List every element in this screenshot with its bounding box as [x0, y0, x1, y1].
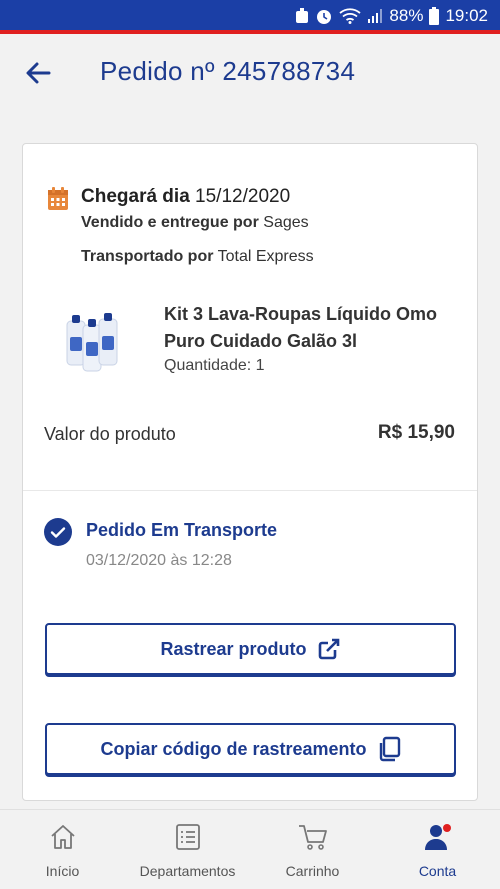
- battery-icon: [429, 7, 440, 25]
- nav-label-carrinho: Carrinho: [285, 863, 340, 879]
- sold-by-value: Sages: [263, 214, 309, 231]
- cart-icon: [298, 825, 327, 850]
- divider: [23, 490, 477, 491]
- external-link-icon: [318, 638, 339, 660]
- alarm-icon: [317, 10, 332, 24]
- arrival-date-value: 15/12/2020: [195, 186, 291, 207]
- arrival-prefix: Chegará dia: [81, 186, 190, 207]
- copy-tracking-code-button[interactable]: Copiar código de rastreamento: [45, 723, 456, 775]
- nav-item-inicio[interactable]: Início: [0, 810, 125, 889]
- product-image: [66, 313, 118, 372]
- shipped-by-label: Transportado por: [81, 248, 214, 265]
- bottom-nav: Início Departamentos Carrinho Conta: [0, 809, 500, 889]
- page-title: Pedido nº 245788734: [100, 56, 356, 86]
- product-value: R$ 15,90: [377, 422, 455, 443]
- status-icons: 88% 19:02: [295, 6, 488, 26]
- track-product-label: Rastrear produto: [160, 638, 307, 659]
- back-button[interactable]: [22, 56, 56, 90]
- notification-icon: [296, 8, 309, 23]
- order-status-title: Pedido Em Transporte: [86, 520, 278, 540]
- order-card: Chegará dia 15/12/2020 Vendido e entregu…: [22, 143, 478, 801]
- order-status-date: 03/12/2020 às 12:28: [86, 552, 232, 569]
- header: Pedido nº 245788734: [0, 34, 500, 112]
- battery-percent: 88%: [389, 6, 424, 25]
- sold-by-label: Vendido e entregue por: [81, 214, 259, 231]
- calendar-icon: [48, 187, 68, 210]
- list-icon: [175, 824, 200, 850]
- shipped-by-value: Total Express: [217, 248, 314, 265]
- nav-label-departamentos: Departamentos: [139, 863, 236, 879]
- track-product-button[interactable]: Rastrear produto: [45, 623, 456, 675]
- product-quantity: Quantidade: 1: [164, 357, 265, 374]
- sold-by: Vendido e entregue por Sages: [81, 214, 309, 232]
- product-name[interactable]: Kit 3 Lava-Roupas Líquido Omo Puro Cuida…: [164, 301, 464, 355]
- nav-item-departamentos[interactable]: Departamentos: [125, 810, 250, 889]
- nav-label-inicio: Início: [45, 863, 80, 879]
- clock: 19:02: [445, 6, 488, 25]
- arrow-left-icon: [26, 62, 51, 84]
- account-icon: [424, 824, 451, 850]
- status-bar: 88% 19:02: [0, 0, 500, 34]
- signal-icon: [368, 9, 383, 23]
- arrival-date: Chegará dia 15/12/2020: [81, 186, 290, 208]
- nav-item-carrinho[interactable]: Carrinho: [250, 810, 375, 889]
- home-icon: [50, 825, 75, 849]
- status-check-icon: [44, 518, 72, 546]
- product-value-label: Valor do produto: [44, 424, 176, 444]
- copy-icon: [379, 736, 400, 762]
- nav-label-conta: Conta: [418, 863, 457, 879]
- nav-item-conta[interactable]: Conta: [375, 810, 500, 889]
- copy-tracking-code-label: Copiar código de rastreamento: [100, 738, 367, 759]
- shipped-by: Transportado por Total Express: [81, 248, 314, 266]
- wifi-icon: [339, 8, 361, 24]
